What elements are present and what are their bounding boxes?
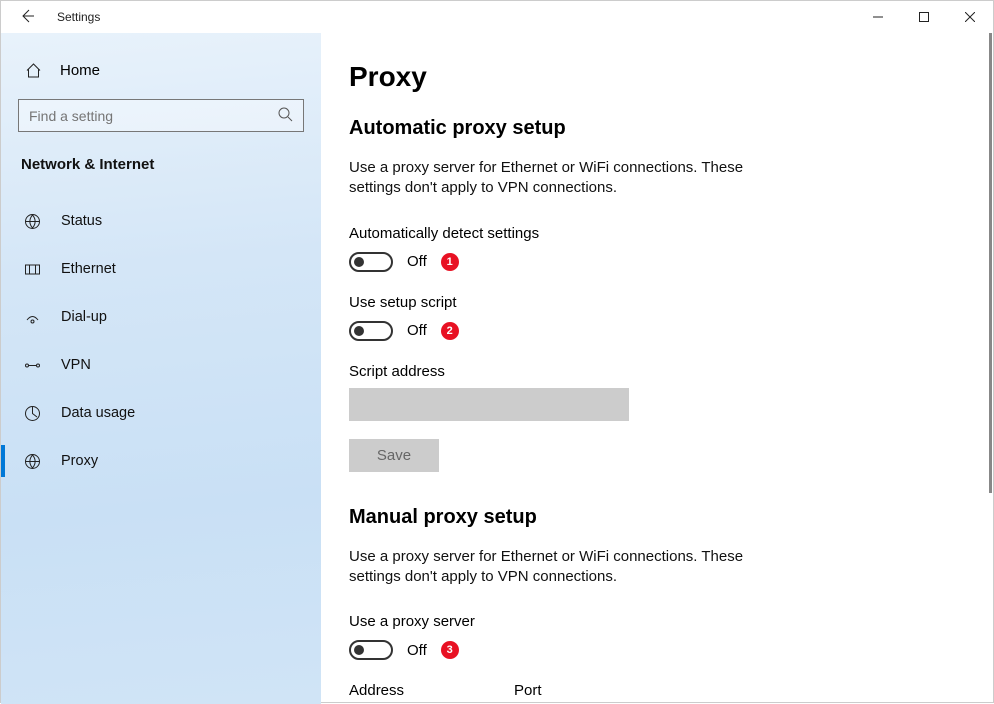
- annotation-badge-1: 1: [441, 253, 459, 271]
- search-box[interactable]: [18, 99, 304, 132]
- scrollbar-thumb[interactable]: [989, 33, 992, 493]
- auto-detect-toggle[interactable]: [349, 252, 393, 272]
- use-proxy-state: Off: [407, 642, 427, 659]
- data-usage-icon: [23, 404, 41, 422]
- auto-detect-label: Automatically detect settings: [349, 225, 993, 242]
- proxy-icon: [23, 452, 41, 470]
- status-icon: [23, 212, 41, 230]
- sidebar-item-label: Proxy: [61, 453, 98, 469]
- sidebar-item-label: Dial-up: [61, 309, 107, 325]
- titlebar: Settings: [1, 1, 993, 33]
- setup-script-state: Off: [407, 322, 427, 339]
- use-proxy-setting: Use a proxy server Off 3: [349, 613, 993, 660]
- maximize-button[interactable]: [901, 1, 947, 33]
- sidebar-item-label: Ethernet: [61, 261, 116, 277]
- dialup-icon: [23, 308, 41, 326]
- manual-proxy-desc: Use a proxy server for Ethernet or WiFi …: [349, 547, 789, 588]
- page-title: Proxy: [349, 61, 993, 93]
- sidebar-home-label: Home: [60, 62, 100, 79]
- sidebar: Home Network & Internet Status: [1, 33, 321, 704]
- manual-proxy-heading: Manual proxy setup: [349, 506, 993, 529]
- close-button[interactable]: [947, 1, 993, 33]
- annotation-badge-2: 2: [441, 322, 459, 340]
- home-icon: [24, 61, 42, 79]
- address-label: Address: [349, 682, 404, 699]
- use-proxy-label: Use a proxy server: [349, 613, 993, 630]
- sidebar-home[interactable]: Home: [1, 53, 321, 87]
- sidebar-item-status[interactable]: Status: [1, 197, 321, 245]
- setup-script-label: Use setup script: [349, 294, 993, 311]
- sidebar-item-label: Data usage: [61, 405, 135, 421]
- ethernet-icon: [23, 260, 41, 278]
- save-button[interactable]: Save: [349, 439, 439, 472]
- script-address-label: Script address: [349, 363, 993, 380]
- sidebar-item-proxy[interactable]: Proxy: [1, 437, 321, 485]
- setup-script-setting: Use setup script Off 2: [349, 294, 993, 341]
- script-address-setting: Script address Save: [349, 363, 993, 472]
- search-input[interactable]: [19, 108, 303, 124]
- vpn-icon: [23, 356, 41, 374]
- annotation-badge-3: 3: [441, 641, 459, 659]
- window-controls: [855, 1, 993, 33]
- script-address-input[interactable]: [349, 388, 629, 421]
- window-title: Settings: [57, 10, 100, 24]
- back-button[interactable]: [19, 8, 35, 27]
- sidebar-item-label: VPN: [61, 357, 91, 373]
- auto-detect-setting: Automatically detect settings Off 1: [349, 225, 993, 272]
- auto-proxy-heading: Automatic proxy setup: [349, 117, 993, 140]
- use-proxy-toggle[interactable]: [349, 640, 393, 660]
- port-label: Port: [514, 682, 542, 699]
- search-icon: [278, 107, 293, 125]
- sidebar-heading: Network & Internet: [21, 156, 321, 173]
- auto-proxy-desc: Use a proxy server for Ethernet or WiFi …: [349, 158, 789, 199]
- setup-script-toggle[interactable]: [349, 321, 393, 341]
- content-pane: Proxy Automatic proxy setup Use a proxy …: [321, 33, 993, 704]
- minimize-button[interactable]: [855, 1, 901, 33]
- auto-detect-state: Off: [407, 253, 427, 270]
- sidebar-item-dialup[interactable]: Dial-up: [1, 293, 321, 341]
- sidebar-item-ethernet[interactable]: Ethernet: [1, 245, 321, 293]
- sidebar-nav: Status Ethernet Dial-up VPN: [1, 197, 321, 485]
- sidebar-item-vpn[interactable]: VPN: [1, 341, 321, 389]
- sidebar-item-label: Status: [61, 213, 102, 229]
- sidebar-item-datausage[interactable]: Data usage: [1, 389, 321, 437]
